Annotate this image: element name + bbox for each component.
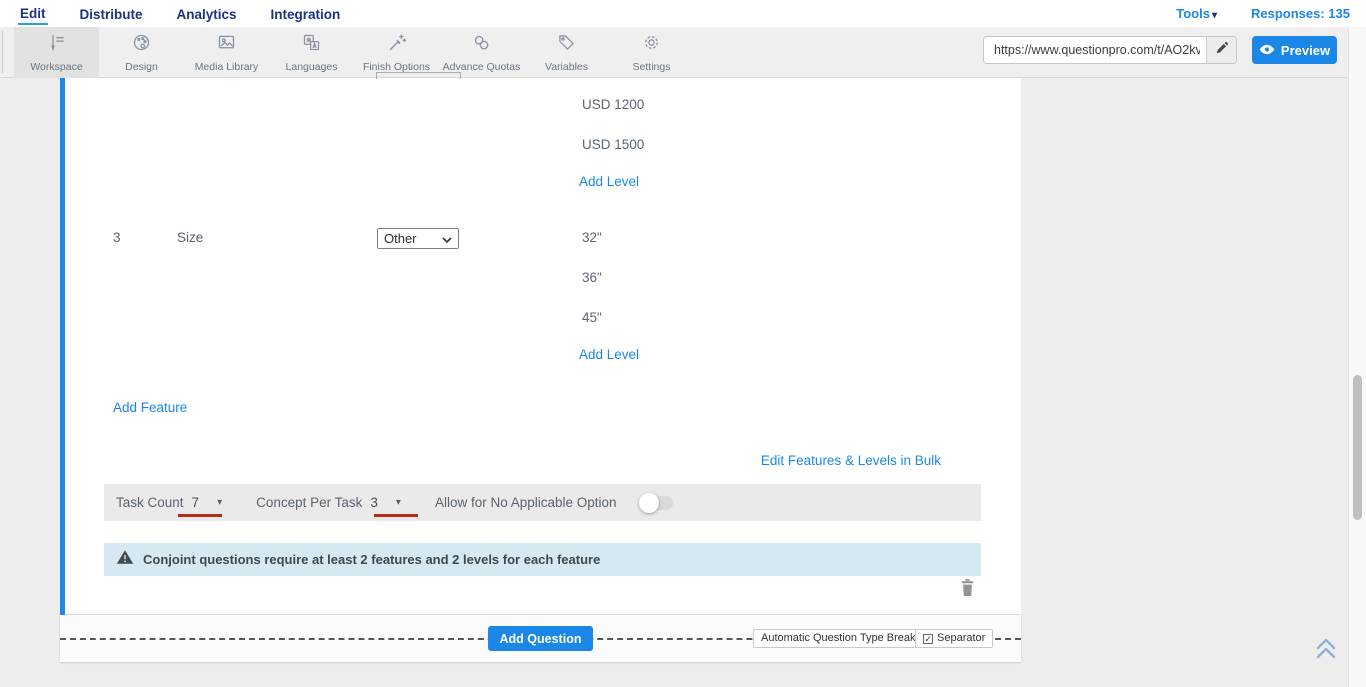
vertical-scrollbar-thumb[interactable] (1353, 375, 1362, 520)
chevron-down-icon[interactable]: ▾ (396, 497, 401, 508)
toolbar-left-divider (2, 31, 3, 73)
scroll-to-top-button[interactable] (1314, 636, 1340, 662)
level-value[interactable]: USD 1200 (582, 97, 644, 112)
no-applicable-label: Allow for No Applicable Option (435, 495, 617, 510)
warning-text: Conjoint questions require at least 2 fe… (143, 552, 600, 567)
advance-quotas-icon (471, 32, 492, 58)
chevron-down-icon (442, 231, 452, 246)
auto-question-type-break-button[interactable]: Automatic Question Type Break (753, 629, 924, 648)
delete-question-button[interactable] (959, 578, 977, 597)
toolbar-item-settings[interactable]: Settings (609, 27, 694, 78)
vertical-scrollbar-track[interactable] (1348, 27, 1366, 687)
design-icon (131, 32, 152, 58)
toolbar-item-finish-options[interactable]: Finish Options (354, 27, 439, 78)
editor-toolbar: Workspace Design Media Library Languages… (0, 27, 1348, 78)
bulk-edit-link[interactable]: Edit Features & Levels in Bulk (761, 453, 941, 468)
checkbox-checked-icon[interactable]: ✓ (923, 634, 933, 644)
task-settings-bar: Task Count 7 ▾ Concept Per Task 3 ▾ Allo… (104, 484, 981, 521)
media-library-icon (216, 32, 237, 58)
task-count-control[interactable]: Task Count 7 ▾ (116, 495, 222, 510)
toolbar-items: Workspace Design Media Library Languages… (14, 27, 694, 78)
pencil-icon (1215, 41, 1229, 60)
workspace-icon (46, 32, 67, 58)
add-level-link[interactable]: Add Level (579, 174, 639, 189)
add-level-link[interactable]: Add Level (579, 347, 639, 362)
chevron-down-icon[interactable]: ▾ (217, 497, 222, 508)
main-nav: Edit Distribute Analytics Integration (18, 0, 342, 27)
finish-options-tooltip-stub (376, 72, 461, 79)
questionpro-survey-editor: Edit Distribute Analytics Integration To… (0, 0, 1366, 687)
level-value[interactable]: 32" (582, 230, 602, 245)
nav-tab-distribute[interactable]: Distribute (78, 3, 145, 24)
top-bar-right: Tools▾ Responses: 135 (1176, 0, 1350, 27)
toolbar-item-advance-quotas[interactable]: Advance Quotas (439, 27, 524, 78)
edit-url-button[interactable] (1206, 37, 1236, 63)
active-question-accent-bar (60, 78, 65, 615)
conjoint-question-panel: USD 1200 USD 1500 Add Level 3 Size Other… (60, 78, 1021, 615)
toolbar-item-design[interactable]: Design (99, 27, 184, 78)
warning-icon (116, 549, 134, 570)
concept-per-task-control[interactable]: Concept Per Task 3 ▾ (256, 495, 401, 510)
responses-count[interactable]: Responses: 135 (1251, 6, 1350, 21)
survey-url-input[interactable] (984, 37, 1206, 63)
top-bar: Edit Distribute Analytics Integration To… (0, 0, 1366, 27)
toolbar-item-workspace[interactable]: Workspace (14, 27, 99, 78)
level-value[interactable]: 45" (582, 310, 602, 325)
survey-url-group (983, 36, 1237, 64)
nav-tab-integration[interactable]: Integration (269, 3, 343, 24)
concept-per-task-red-underline (374, 514, 418, 517)
separator-toggle[interactable]: ✓ Separator (915, 629, 993, 648)
double-chevron-up-icon (1314, 647, 1338, 664)
trash-icon (959, 584, 976, 601)
tools-dropdown[interactable]: Tools▾ (1176, 6, 1217, 21)
feature-index: 3 (113, 230, 121, 245)
toolbar-item-media-library[interactable]: Media Library (184, 27, 269, 78)
add-feature-link[interactable]: Add Feature (113, 400, 187, 415)
toggle-knob (639, 493, 659, 513)
conjoint-warning-banner: Conjoint questions require at least 2 fe… (104, 543, 981, 576)
finish-options-icon (386, 32, 407, 58)
no-applicable-toggle[interactable] (641, 496, 673, 510)
level-value[interactable]: USD 1500 (582, 137, 644, 152)
settings-icon (641, 32, 662, 58)
toolbar-item-languages[interactable]: Languages (269, 27, 354, 78)
level-value[interactable]: 36" (582, 270, 602, 285)
variables-icon (556, 32, 577, 58)
add-question-button[interactable]: Add Question (488, 626, 594, 651)
languages-icon (301, 32, 322, 58)
nav-tab-analytics[interactable]: Analytics (175, 3, 239, 24)
feature-type-select[interactable]: Other (377, 228, 459, 249)
feature-name[interactable]: Size (177, 230, 203, 245)
eye-icon (1259, 43, 1275, 58)
task-count-red-underline (178, 514, 222, 517)
toolbar-item-variables[interactable]: Variables (524, 27, 609, 78)
chevron-down-icon: ▾ (1212, 10, 1217, 21)
add-question-strip: Add Question Automatic Question Type Bre… (60, 615, 1021, 662)
preview-button[interactable]: Preview (1252, 36, 1337, 64)
nav-tab-edit[interactable]: Edit (18, 2, 48, 25)
